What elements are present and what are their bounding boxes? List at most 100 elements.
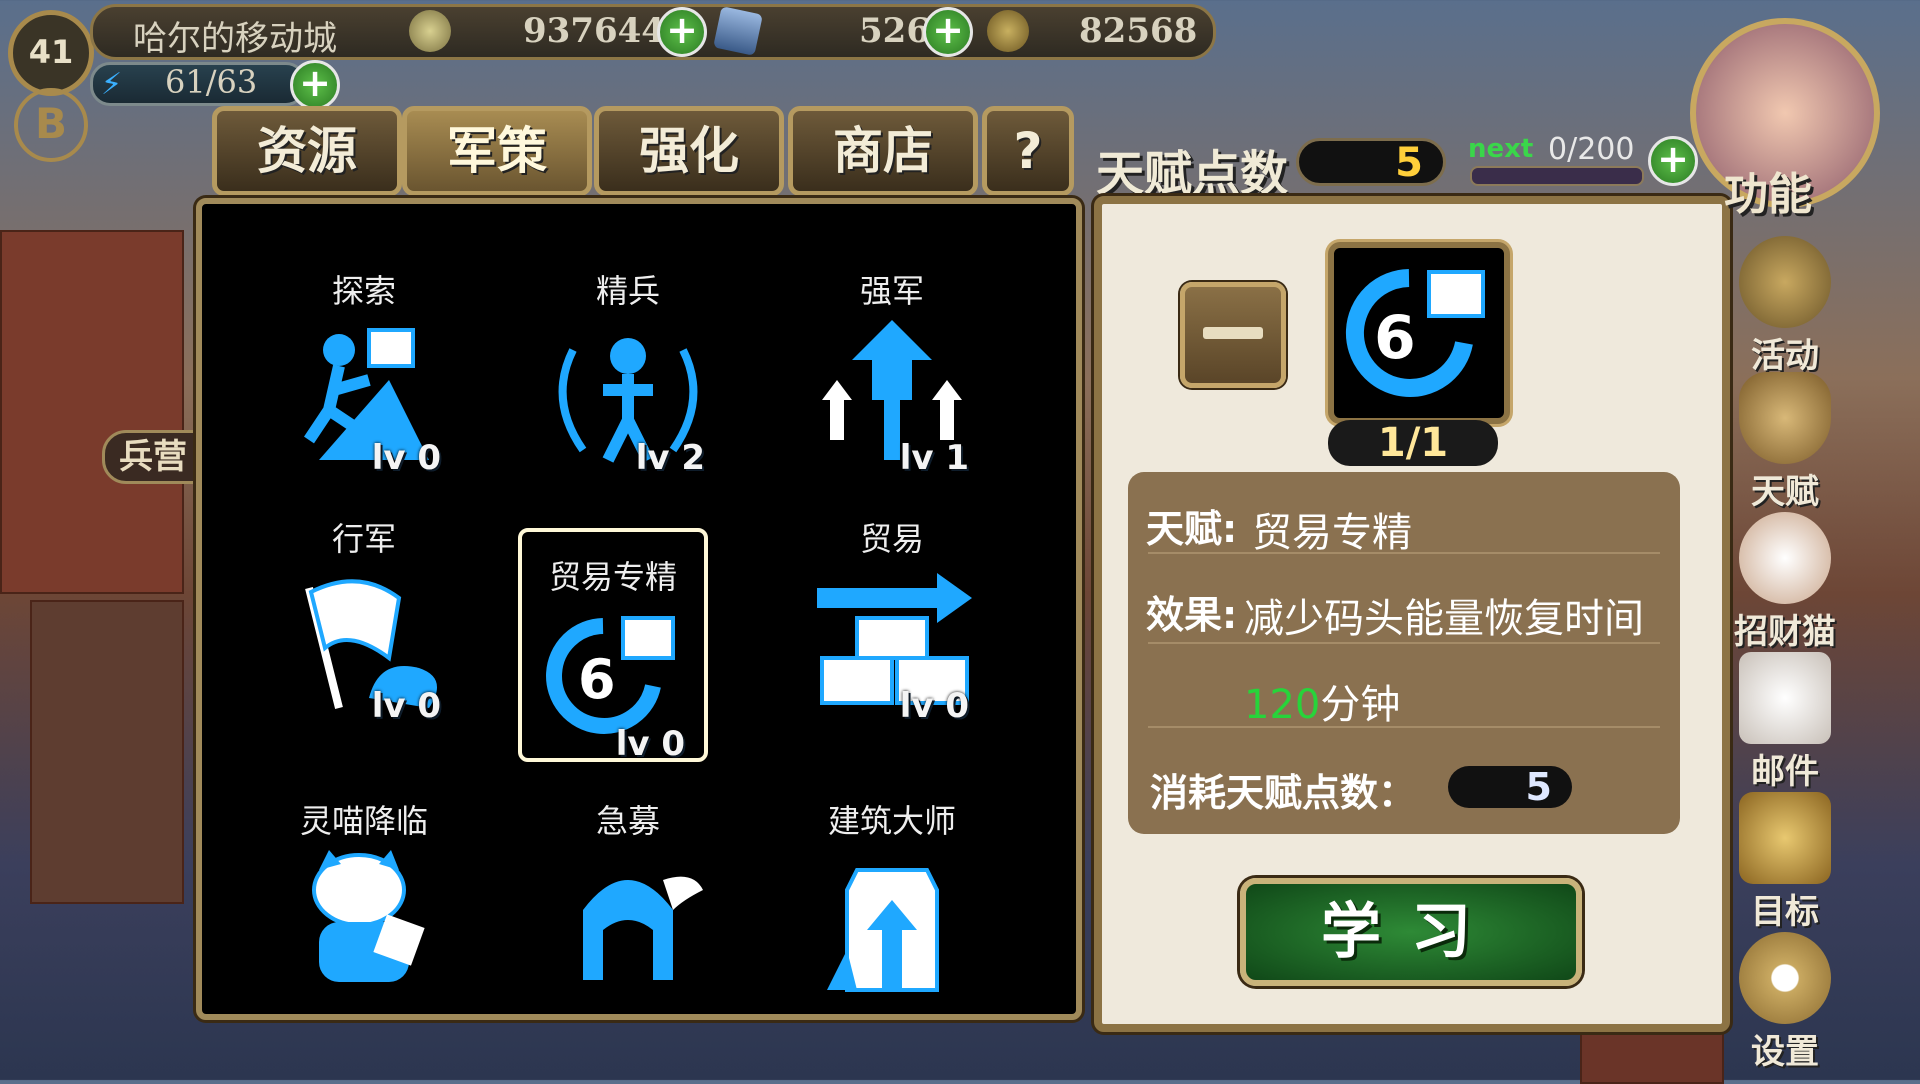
energy-bar: 61/63 ⚡ <box>90 62 306 106</box>
learn-button[interactable]: 学习 <box>1240 878 1582 986</box>
sidebar-item-label: 活动 <box>1751 336 1819 376</box>
sidebar-item-settings[interactable]: 设置 <box>1720 932 1850 1073</box>
skill-level: lv 0 <box>615 724 685 764</box>
skill-grid-panel: 探索 lv 0 精兵 lv 2 强军 lv 1 行军 lv 0 贸易专精 6 l… <box>196 198 1082 1020</box>
player-name[interactable]: 哈尔的移动城 <box>133 11 337 60</box>
goal-icon <box>1739 792 1831 884</box>
gem-icon <box>713 6 763 56</box>
explore-icon: lv 0 <box>279 320 449 478</box>
skill-elite[interactable]: 精兵 lv 2 <box>528 266 728 516</box>
skill-level: lv 2 <box>635 438 705 478</box>
skill-level: lv 0 <box>371 686 441 726</box>
skill-name: 贸易 <box>859 520 924 558</box>
lucky-cat-icon <box>1739 512 1831 604</box>
add-energy-button[interactable]: + <box>290 60 340 110</box>
svg-text:6: 6 <box>578 648 616 711</box>
sidebar-item-lucky-cat[interactable]: 招财猫 <box>1720 512 1850 653</box>
background-building <box>30 600 184 904</box>
gear-icon <box>1739 932 1831 1024</box>
gold-amount: 937644 <box>523 11 665 51</box>
sidebar-item-label: 招财猫 <box>1734 612 1836 652</box>
tab-help[interactable]: ? <box>982 106 1074 196</box>
skill-strong-army[interactable]: 强军 lv 1 <box>792 266 992 516</box>
selected-talent-icon: 6 <box>1328 242 1510 424</box>
effect-unit: 分钟 <box>1320 682 1401 728</box>
gem-amount: 526 <box>859 11 930 51</box>
sidebar-item-label: 设置 <box>1751 1032 1819 1072</box>
add-talent-points-button[interactable]: + <box>1648 136 1698 186</box>
sidebar-item-label: 邮件 <box>1751 752 1819 792</box>
mail-icon <box>1739 652 1831 744</box>
talent-points-value: 5 <box>1296 138 1446 186</box>
skill-name: 急募 <box>595 802 660 840</box>
resource-bar: 哈尔的移动城 937644 + 526 + 82568 <box>90 4 1216 60</box>
skill-march[interactable]: 行军 lv 0 <box>264 514 464 764</box>
sidebar-item-goal[interactable]: 目标 <box>1720 792 1850 933</box>
background-building <box>0 230 184 594</box>
effect-number: 120 <box>1244 682 1321 728</box>
b-badge-icon[interactable]: B <box>14 88 88 162</box>
skill-level: lv 0 <box>371 438 441 478</box>
divider <box>1148 726 1660 728</box>
effect-value: 120分钟 <box>1244 672 1400 730</box>
sidebar-item-mail[interactable]: 邮件 <box>1720 652 1850 793</box>
effect-key: 效果: <box>1146 593 1238 637</box>
trade-mastery-icon: 6 lv 0 <box>533 606 693 764</box>
add-gem-button[interactable]: + <box>923 7 973 57</box>
skill-master-builder[interactable]: 建筑大师 <box>792 796 992 1046</box>
talent-level-count: 1/1 <box>1328 420 1498 466</box>
skill-cat-descend[interactable]: 灵喵降临 <box>264 796 464 1046</box>
flag-icon: lv 0 <box>279 568 449 726</box>
minus-icon <box>1203 327 1263 339</box>
talent-name: 贸易专精 <box>1252 510 1412 556</box>
tab-enhance[interactable]: 强化 <box>594 106 784 196</box>
skill-trade[interactable]: 贸易 lv 0 <box>792 514 992 764</box>
tab-shop[interactable]: 商店 <box>788 106 978 196</box>
talent-key: 天赋: <box>1146 507 1238 551</box>
skill-explore[interactable]: 探索 lv 0 <box>264 266 464 516</box>
elite-icon: lv 2 <box>543 320 713 478</box>
effect-text: 减少码头能量恢复时间 <box>1244 596 1644 642</box>
sidebar-item-label: 天赋 <box>1751 472 1819 512</box>
tab-resources[interactable]: 资源 <box>212 106 402 196</box>
feather-icon <box>987 10 1029 52</box>
talent-info-box: 天赋: 贸易专精 效果: 减少码头能量恢复时间 120分钟 消耗天赋点数： <box>1128 472 1680 834</box>
skill-name: 强军 <box>859 272 924 310</box>
strong-army-icon: lv 1 <box>807 320 977 478</box>
feather-amount: 82568 <box>1079 11 1198 51</box>
selected-icon-number: 6 <box>1374 303 1416 373</box>
talent-points-label: 天赋点数 <box>1096 146 1289 202</box>
skill-trade-mastery[interactable]: 贸易专精 6 lv 0 <box>518 528 708 764</box>
add-gold-button[interactable]: + <box>657 7 707 57</box>
skill-name: 贸易专精 <box>548 558 677 596</box>
player-level-badge[interactable]: 41 <box>8 10 94 96</box>
barracks-tab[interactable]: 兵营 <box>102 430 204 484</box>
sidebar-item-activity[interactable]: 活动 <box>1720 236 1850 377</box>
building-icon <box>807 850 977 1000</box>
cost-value: 5 <box>1448 766 1572 808</box>
lightning-icon: ⚡ <box>101 67 123 102</box>
skill-name: 精兵 <box>595 272 660 310</box>
skill-name: 建筑大师 <box>827 802 956 840</box>
tab-military-strategy[interactable]: 军策 <box>402 106 592 196</box>
sidebar-item-label: 目标 <box>1751 892 1819 932</box>
function-label[interactable]: 功能 <box>1724 158 1812 222</box>
sidebar-item-talent[interactable]: 天赋 <box>1720 372 1850 513</box>
energy-value: 61/63 <box>165 63 258 101</box>
skill-level: lv 1 <box>899 438 969 478</box>
skill-name: 灵喵降临 <box>299 802 428 840</box>
talent-xp-bar <box>1470 166 1644 186</box>
skill-name: 行军 <box>331 520 396 558</box>
cost-key: 消耗天赋点数： <box>1150 771 1417 815</box>
divider <box>1148 552 1660 554</box>
gold-coin-icon <box>409 10 451 52</box>
activity-icon <box>1739 236 1831 328</box>
helmet-icon <box>543 850 713 1000</box>
lucky-cat-icon <box>279 850 449 1000</box>
skill-rush-recruit[interactable]: 急募 <box>528 796 728 1046</box>
skill-level: lv 0 <box>899 686 969 726</box>
talent-xp: 0/200 <box>1548 132 1635 167</box>
minus-button[interactable] <box>1180 282 1286 388</box>
talent-wings-icon <box>1739 372 1831 464</box>
divider <box>1148 642 1660 644</box>
